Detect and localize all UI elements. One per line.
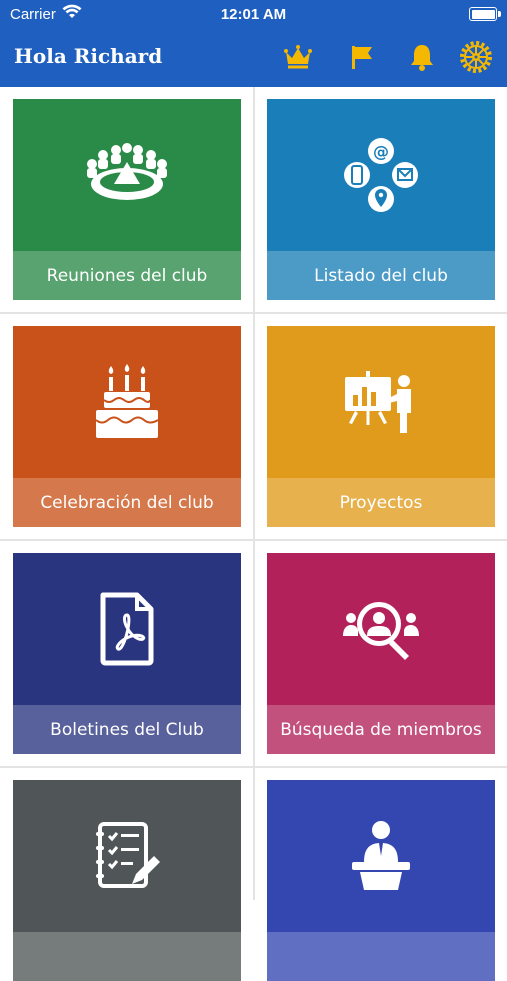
- presentation-icon: [267, 326, 495, 478]
- tile-label: Búsqueda de miembros: [267, 705, 495, 754]
- tile-label: Proyectos: [267, 478, 495, 527]
- grid-divider: [0, 539, 507, 541]
- member-search-icon: [267, 553, 495, 705]
- tile-label: [267, 932, 495, 981]
- tile-celebracion-del-club[interactable]: Celebración del club: [13, 326, 241, 527]
- tile-label: Boletines del Club: [13, 705, 241, 754]
- tile-label: Reuniones del club: [13, 251, 241, 300]
- contacts-icon: @: [267, 99, 495, 251]
- rotary-wheel-icon[interactable]: [459, 40, 493, 74]
- checklist-icon: [13, 780, 241, 932]
- cake-icon: [13, 326, 241, 478]
- tile-checklist[interactable]: [13, 780, 241, 981]
- tile-label: Celebración del club: [13, 478, 241, 527]
- tile-proyectos[interactable]: Proyectos: [267, 326, 495, 527]
- tile-label: [13, 932, 241, 981]
- tile-label: Listado del club: [267, 251, 495, 300]
- svg-text:@: @: [373, 142, 389, 161]
- crown-icon[interactable]: [281, 40, 315, 74]
- tile-speaker[interactable]: [267, 780, 495, 981]
- tile-listado-del-club[interactable]: @ Listado del club: [267, 99, 495, 300]
- tile-busqueda-de-miembros[interactable]: Búsqueda de miembros: [267, 553, 495, 754]
- menu-grid: Reuniones del club @ Listado del club Ce…: [0, 87, 507, 981]
- tile-boletines-del-club[interactable]: Boletines del Club: [13, 553, 241, 754]
- battery-icon: [469, 7, 501, 21]
- speaker-podium-icon: [267, 780, 495, 932]
- header-bar: Carrier 12:01 AM Hola Richard: [0, 0, 507, 87]
- pdf-document-icon: [13, 553, 241, 705]
- grid-divider: [253, 87, 255, 900]
- status-bar: Carrier 12:01 AM: [0, 0, 507, 30]
- grid-divider: [0, 766, 507, 768]
- bell-icon[interactable]: [405, 40, 439, 74]
- page-title: Hola Richard: [14, 44, 163, 68]
- clock-label: 12:01 AM: [220, 6, 287, 23]
- grid-divider: [0, 312, 507, 314]
- meeting-table-icon: [13, 99, 241, 251]
- flag-icon[interactable]: [345, 40, 379, 74]
- tile-reuniones-del-club[interactable]: Reuniones del club: [13, 99, 241, 300]
